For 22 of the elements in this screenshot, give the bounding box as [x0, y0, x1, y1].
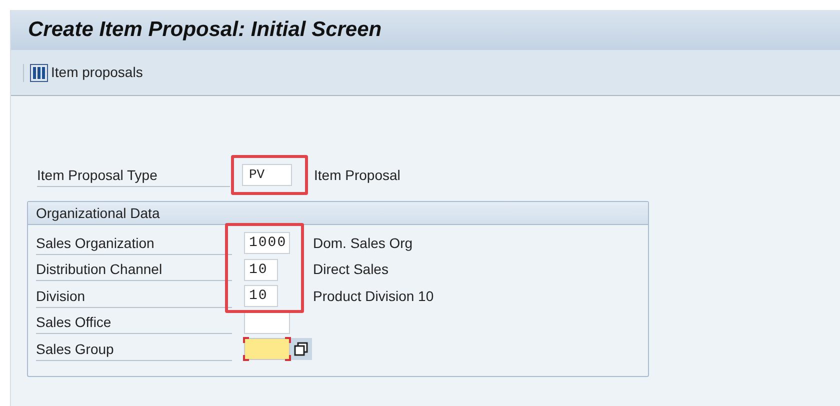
- field-label: Item Proposal Type: [37, 164, 230, 186]
- table-icon: [30, 64, 48, 82]
- input-field[interactable]: 1000: [244, 232, 290, 254]
- input-field[interactable]: [244, 312, 290, 334]
- field-label: Sales Organization: [36, 232, 232, 255]
- toolbar-button[interactable]: Item proposals: [30, 62, 143, 83]
- field-description: Product Division 10: [313, 286, 434, 306]
- input-field[interactable]: PV: [242, 164, 292, 186]
- title-bar: Create Item Proposal: Initial Screen: [11, 10, 840, 50]
- group-header: Organizational Data: [28, 202, 648, 225]
- input-field[interactable]: 10: [244, 258, 278, 281]
- copy-icon: [294, 342, 308, 356]
- field-description: Direct Sales: [313, 260, 388, 280]
- field-label: Distribution Channel: [36, 258, 232, 282]
- field-label: Division: [36, 284, 232, 308]
- field-description: Dom. Sales Org: [313, 234, 413, 253]
- field-label: Sales Group: [36, 338, 232, 361]
- field-description: Item Proposal: [314, 166, 400, 185]
- field-label: Sales Office: [36, 311, 232, 334]
- input-field[interactable]: [244, 338, 290, 360]
- input-field[interactable]: 10: [244, 285, 278, 308]
- value-help-button[interactable]: [290, 338, 312, 360]
